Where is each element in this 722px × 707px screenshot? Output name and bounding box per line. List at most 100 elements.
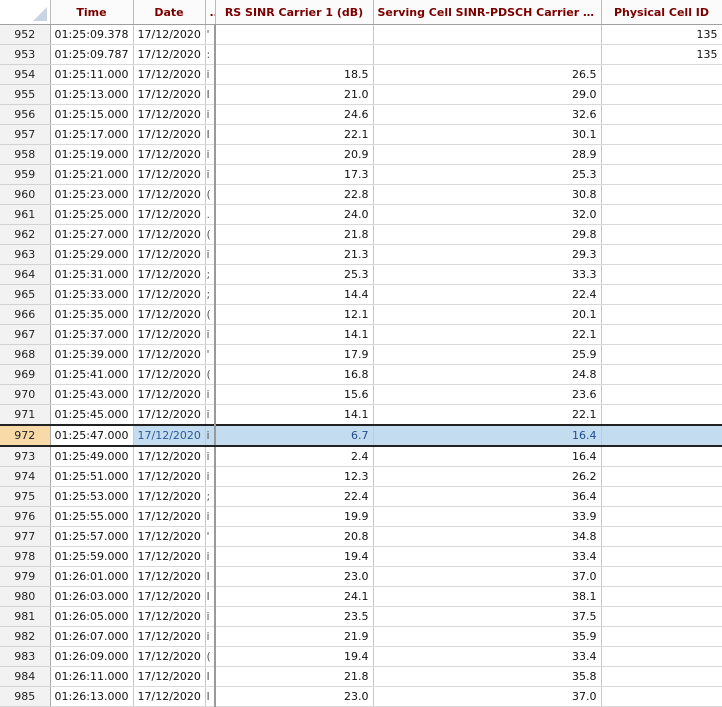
- cell-date[interactable]: 17/12/2020: [133, 626, 206, 647]
- cell-rs-sinr[interactable]: 22.8: [215, 184, 374, 205]
- cell-pci[interactable]: [601, 526, 722, 547]
- cell-date[interactable]: 17/12/2020: [133, 546, 206, 567]
- table-row[interactable]: 976 01:25:55.000 17/12/2020 i 19.9 33.9: [0, 506, 722, 527]
- cell-rs-sinr[interactable]: 22.4: [215, 486, 374, 507]
- row-header[interactable]: 983: [0, 646, 51, 667]
- cell-date[interactable]: 17/12/2020: [133, 144, 206, 165]
- row-header[interactable]: 960: [0, 184, 51, 205]
- cell-truncated[interactable]: i: [205, 384, 216, 405]
- cell-rs-sinr[interactable]: 23.5: [215, 606, 374, 627]
- cell-serving-sinr[interactable]: 30.1: [373, 124, 602, 145]
- table-row[interactable]: 973 01:25:49.000 17/12/2020 i 2.4 16.4: [0, 446, 722, 467]
- row-header[interactable]: 976: [0, 506, 51, 527]
- row-header[interactable]: 963: [0, 244, 51, 265]
- cell-serving-sinr[interactable]: 33.4: [373, 546, 602, 567]
- cell-date[interactable]: 17/12/2020: [133, 64, 206, 85]
- cell-pci[interactable]: [601, 224, 722, 245]
- cell-time[interactable]: 01:25:45.000: [50, 404, 134, 426]
- cell-rs-sinr[interactable]: 20.9: [215, 144, 374, 165]
- cell-date[interactable]: 17/12/2020: [133, 586, 206, 607]
- cell-date[interactable]: 17/12/2020: [133, 204, 206, 225]
- row-header[interactable]: 972: [0, 424, 51, 447]
- cell-truncated[interactable]: (: [205, 364, 216, 385]
- row-header[interactable]: 985: [0, 686, 51, 707]
- cell-serving-sinr[interactable]: 24.8: [373, 364, 602, 385]
- cell-time[interactable]: 01:26:09.000: [50, 646, 134, 667]
- cell-truncated[interactable]: i: [205, 606, 216, 627]
- cell-serving-sinr[interactable]: 22.1: [373, 324, 602, 345]
- table-row[interactable]: 979 01:26:01.000 17/12/2020 I 23.0 37.0: [0, 566, 722, 587]
- cell-time[interactable]: 01:25:53.000: [50, 486, 134, 507]
- cell-time[interactable]: 01:25:19.000: [50, 144, 134, 165]
- cell-pci[interactable]: [601, 144, 722, 165]
- cell-rs-sinr[interactable]: 21.8: [215, 224, 374, 245]
- cell-rs-sinr[interactable]: 20.8: [215, 526, 374, 547]
- cell-truncated[interactable]: i: [205, 424, 216, 447]
- cell-serving-sinr[interactable]: 35.9: [373, 626, 602, 647]
- cell-time[interactable]: 01:25:29.000: [50, 244, 134, 265]
- cell-serving-sinr[interactable]: 36.4: [373, 486, 602, 507]
- cell-rs-sinr[interactable]: 24.1: [215, 586, 374, 607]
- cell-truncated[interactable]: i: [205, 144, 216, 165]
- cell-date[interactable]: 17/12/2020: [133, 264, 206, 285]
- cell-date[interactable]: 17/12/2020: [133, 606, 206, 627]
- cell-date[interactable]: 17/12/2020: [133, 344, 206, 365]
- column-header-rs-sinr[interactable]: RS SINR Carrier 1 (dB): [215, 0, 374, 25]
- cell-date[interactable]: 17/12/2020: [133, 304, 206, 325]
- cell-pci[interactable]: [601, 204, 722, 225]
- cell-serving-sinr[interactable]: 20.1: [373, 304, 602, 325]
- cell-date[interactable]: 17/12/2020: [133, 224, 206, 245]
- table-row[interactable]: 985 01:26:13.000 17/12/2020 I 23.0 37.0: [0, 686, 722, 707]
- cell-truncated[interactable]: i: [205, 466, 216, 487]
- cell-time[interactable]: 01:25:33.000: [50, 284, 134, 305]
- cell-pci[interactable]: [601, 424, 722, 447]
- cell-truncated[interactable]: i: [205, 546, 216, 567]
- cell-pci[interactable]: [601, 264, 722, 285]
- cell-date[interactable]: 17/12/2020: [133, 466, 206, 487]
- table-row[interactable]: 956 01:25:15.000 17/12/2020 i 24.6 32.6: [0, 104, 722, 125]
- cell-serving-sinr[interactable]: 30.8: [373, 184, 602, 205]
- cell-rs-sinr[interactable]: 15.6: [215, 384, 374, 405]
- column-header-serving-sinr[interactable]: Serving Cell SINR-PDSCH Carrier 1...: [373, 0, 602, 25]
- cell-truncated[interactable]: ;: [205, 486, 216, 507]
- cell-date[interactable]: 17/12/2020: [133, 446, 206, 467]
- table-row[interactable]: 962 01:25:27.000 17/12/2020(21.8 29.8: [0, 224, 722, 245]
- cell-truncated[interactable]: I: [205, 124, 216, 145]
- row-header[interactable]: 977: [0, 526, 51, 547]
- table-row[interactable]: 972 01:25:47.000 17/12/2020 i 6.7 16.4: [0, 424, 722, 447]
- cell-time[interactable]: 01:25:43.000: [50, 384, 134, 405]
- cell-rs-sinr[interactable]: 17.3: [215, 164, 374, 185]
- table-row[interactable]: 974 01:25:51.000 17/12/2020 i 12.3 26.2: [0, 466, 722, 487]
- row-header[interactable]: 953: [0, 44, 51, 65]
- cell-time[interactable]: 01:26:01.000: [50, 566, 134, 587]
- cell-truncated[interactable]: I: [205, 586, 216, 607]
- cell-pci[interactable]: [601, 626, 722, 647]
- cell-serving-sinr[interactable]: 28.9: [373, 144, 602, 165]
- cell-serving-sinr[interactable]: 22.4: [373, 284, 602, 305]
- cell-rs-sinr[interactable]: 19.4: [215, 546, 374, 567]
- cell-pci[interactable]: [601, 546, 722, 567]
- cell-truncated[interactable]: .: [205, 204, 216, 225]
- cell-serving-sinr[interactable]: 32.6: [373, 104, 602, 125]
- table-row[interactable]: 953 01:25:09.787 17/12/2020: 135: [0, 44, 722, 65]
- cell-date[interactable]: 17/12/2020: [133, 424, 206, 447]
- cell-serving-sinr[interactable]: 33.3: [373, 264, 602, 285]
- row-header[interactable]: 980: [0, 586, 51, 607]
- cell-date[interactable]: 17/12/2020: [133, 404, 206, 426]
- table-row[interactable]: 970 01:25:43.000 17/12/2020 i 15.6 23.6: [0, 384, 722, 405]
- cell-serving-sinr[interactable]: 26.5: [373, 64, 602, 85]
- cell-time[interactable]: 01:25:13.000: [50, 84, 134, 105]
- cell-truncated[interactable]: i: [205, 64, 216, 85]
- table-row[interactable]: 978 01:25:59.000 17/12/2020 i 19.4 33.4: [0, 546, 722, 567]
- cell-rs-sinr[interactable]: [215, 24, 374, 45]
- cell-serving-sinr[interactable]: [373, 24, 602, 45]
- row-header[interactable]: 966: [0, 304, 51, 325]
- table-row[interactable]: 983 01:26:09.000 17/12/2020(19.4 33.4: [0, 646, 722, 667]
- cell-time[interactable]: 01:25:15.000: [50, 104, 134, 125]
- cell-pci[interactable]: [601, 344, 722, 365]
- table-row[interactable]: 959 01:25:21.000 17/12/2020 i 17.3 25.3: [0, 164, 722, 185]
- table-row[interactable]: 977 01:25:57.000 17/12/2020 ' 20.8 34.8: [0, 526, 722, 547]
- table-row[interactable]: 954 01:25:11.000 17/12/2020 i 18.5 26.5: [0, 64, 722, 85]
- cell-serving-sinr[interactable]: 25.3: [373, 164, 602, 185]
- cell-truncated[interactable]: (: [205, 646, 216, 667]
